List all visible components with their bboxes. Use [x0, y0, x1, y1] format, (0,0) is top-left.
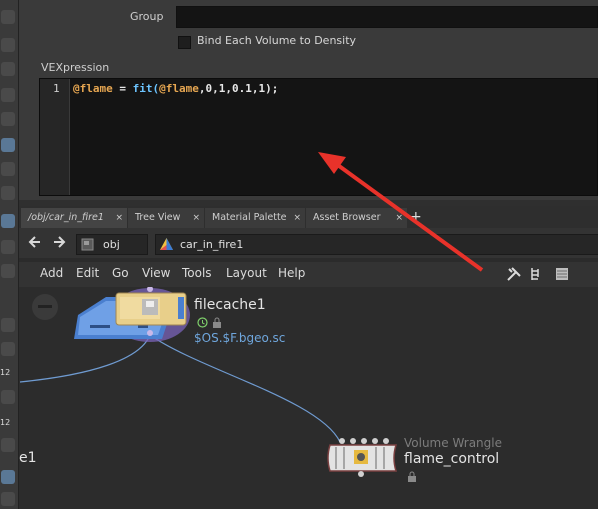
annotation-arrow	[318, 152, 484, 272]
